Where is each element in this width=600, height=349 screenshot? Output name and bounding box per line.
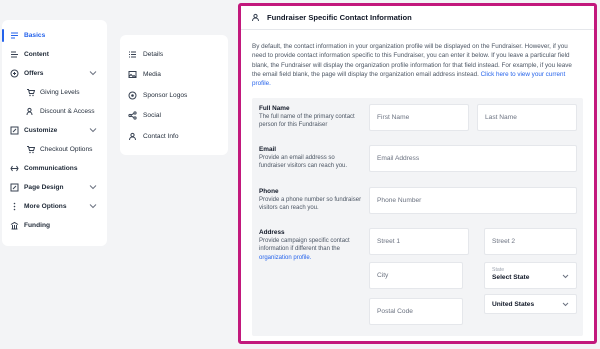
sidebar-item-label: Giving Levels: [40, 89, 80, 96]
country-select[interactable]: United States: [484, 294, 577, 314]
subnav-item-sponsor-logos[interactable]: Sponsor Logos: [120, 85, 228, 106]
discount-icon: [26, 107, 35, 116]
subnav-item-label: Details: [143, 50, 164, 58]
email-title: Email: [259, 146, 277, 153]
sidebar-item-checkout-options[interactable]: Checkout Options: [2, 140, 107, 159]
email-label: Email Provide an email address so fundra…: [259, 146, 363, 171]
sidebar-item-communications[interactable]: Communications: [2, 159, 107, 178]
contact-form: Full Name The full name of the primary c…: [252, 98, 583, 336]
first-name-input[interactable]: First Name: [369, 104, 469, 131]
sidebar-item-label: Discount & Access: [40, 108, 95, 115]
sidebar-item-customize[interactable]: Customize: [2, 121, 107, 140]
sidebar-item-label: Basics: [24, 32, 46, 39]
sidebar-item-label: Communications: [24, 165, 78, 172]
card-title: Fundraiser Specific Contact Information: [267, 13, 412, 22]
address-title: Address: [259, 229, 285, 236]
street1-input[interactable]: Street 1: [369, 228, 469, 255]
offers-icon: [10, 69, 19, 78]
cart-icon: [26, 88, 35, 97]
sponsor-icon: [128, 91, 137, 100]
subnav-item-media[interactable]: Media: [120, 65, 228, 86]
funding-icon: [10, 221, 19, 230]
chevron-down-icon[interactable]: [89, 203, 97, 209]
city-input[interactable]: City: [369, 262, 463, 289]
sidebar-item-discount-access[interactable]: Discount & Access: [2, 102, 107, 121]
full-name-title: Full Name: [259, 105, 290, 112]
communications-icon: [10, 164, 19, 173]
sidebar-item-giving-levels[interactable]: Giving Levels: [2, 83, 107, 102]
card-description: By default, the contact information in y…: [252, 42, 582, 88]
share-icon: [128, 111, 137, 120]
phone-field[interactable]: Phone Number: [369, 187, 577, 214]
sidebar-item-offers[interactable]: Offers: [2, 64, 107, 83]
sidebar-item-label: Page Design: [24, 184, 64, 191]
last-name-input[interactable]: Last Name: [477, 104, 577, 131]
user-icon: [128, 132, 137, 141]
list-icon: [128, 50, 137, 59]
page-design-icon: [10, 183, 19, 192]
state-select[interactable]: State Select State: [484, 262, 577, 289]
subnav-item-label: Social: [143, 112, 161, 120]
chevron-down-icon[interactable]: [89, 184, 97, 190]
address-label: Address Provide campaign specific contac…: [259, 229, 363, 262]
state-label: State: [492, 267, 505, 273]
sidebar-item-label: Content: [24, 51, 49, 58]
chevron-down-icon[interactable]: [89, 70, 97, 76]
basics-icon: [10, 31, 19, 40]
sidebar-item-label: Offers: [24, 70, 44, 77]
chevron-down-icon[interactable]: [89, 127, 97, 133]
sidebar-item-page-design[interactable]: Page Design: [2, 178, 107, 197]
sidebar-item-label: Customize: [24, 127, 58, 134]
subnav-item-social[interactable]: Social: [120, 106, 228, 127]
phone-title: Phone: [259, 188, 279, 195]
subnav-item-contact-info[interactable]: Contact Info: [120, 126, 228, 147]
content-icon: [10, 50, 19, 59]
cart-icon: [26, 145, 35, 154]
sidebar-item-funding[interactable]: Funding: [2, 216, 107, 235]
email-subtitle: Provide an email address so fundraiser v…: [259, 155, 348, 170]
subnav-item-label: Sponsor Logos: [143, 91, 188, 99]
full-name-label: Full Name The full name of the primary c…: [259, 105, 363, 130]
chevron-down-icon: [562, 302, 569, 307]
email-field[interactable]: Email Address: [369, 145, 577, 172]
basics-subnav: Details Media Sponsor Logos Social Conta…: [120, 35, 228, 155]
street2-input[interactable]: Street 2: [484, 228, 577, 255]
subnav-item-label: Media: [143, 71, 161, 79]
subnav-item-details[interactable]: Details: [120, 44, 228, 65]
subnav-item-label: Contact Info: [143, 132, 179, 140]
contact-info-card: Fundraiser Specific Contact Information …: [238, 3, 597, 344]
country-value: United States: [492, 300, 535, 308]
full-name-subtitle: The full name of the primary contact per…: [259, 114, 355, 129]
chevron-down-icon: [562, 274, 569, 279]
sidebar: Basics Content Offers Giving Levels Disc…: [2, 20, 107, 246]
user-icon: [251, 13, 260, 22]
phone-subtitle: Provide a phone number so fundraiser vis…: [259, 197, 362, 212]
address-subtitle-text: Provide campaign specific contact inform…: [259, 238, 350, 253]
sidebar-item-basics[interactable]: Basics: [2, 26, 107, 45]
customize-icon: [10, 126, 19, 135]
sidebar-item-content[interactable]: Content: [2, 45, 107, 64]
phone-label: Phone Provide a phone number so fundrais…: [259, 188, 363, 213]
more-options-icon: [10, 202, 19, 211]
postal-code-input[interactable]: Postal Code: [369, 298, 463, 325]
sidebar-item-label: Checkout Options: [40, 146, 93, 153]
sidebar-item-label: More Options: [24, 203, 67, 210]
sidebar-item-more-options[interactable]: More Options: [2, 197, 107, 216]
sidebar-item-label: Funding: [24, 222, 50, 229]
address-subtitle: Provide campaign specific contact inform…: [259, 237, 363, 262]
card-header: Fundraiser Specific Contact Information: [241, 6, 594, 30]
organization-profile-link[interactable]: organization profile.: [259, 255, 311, 261]
image-icon: [128, 70, 137, 79]
